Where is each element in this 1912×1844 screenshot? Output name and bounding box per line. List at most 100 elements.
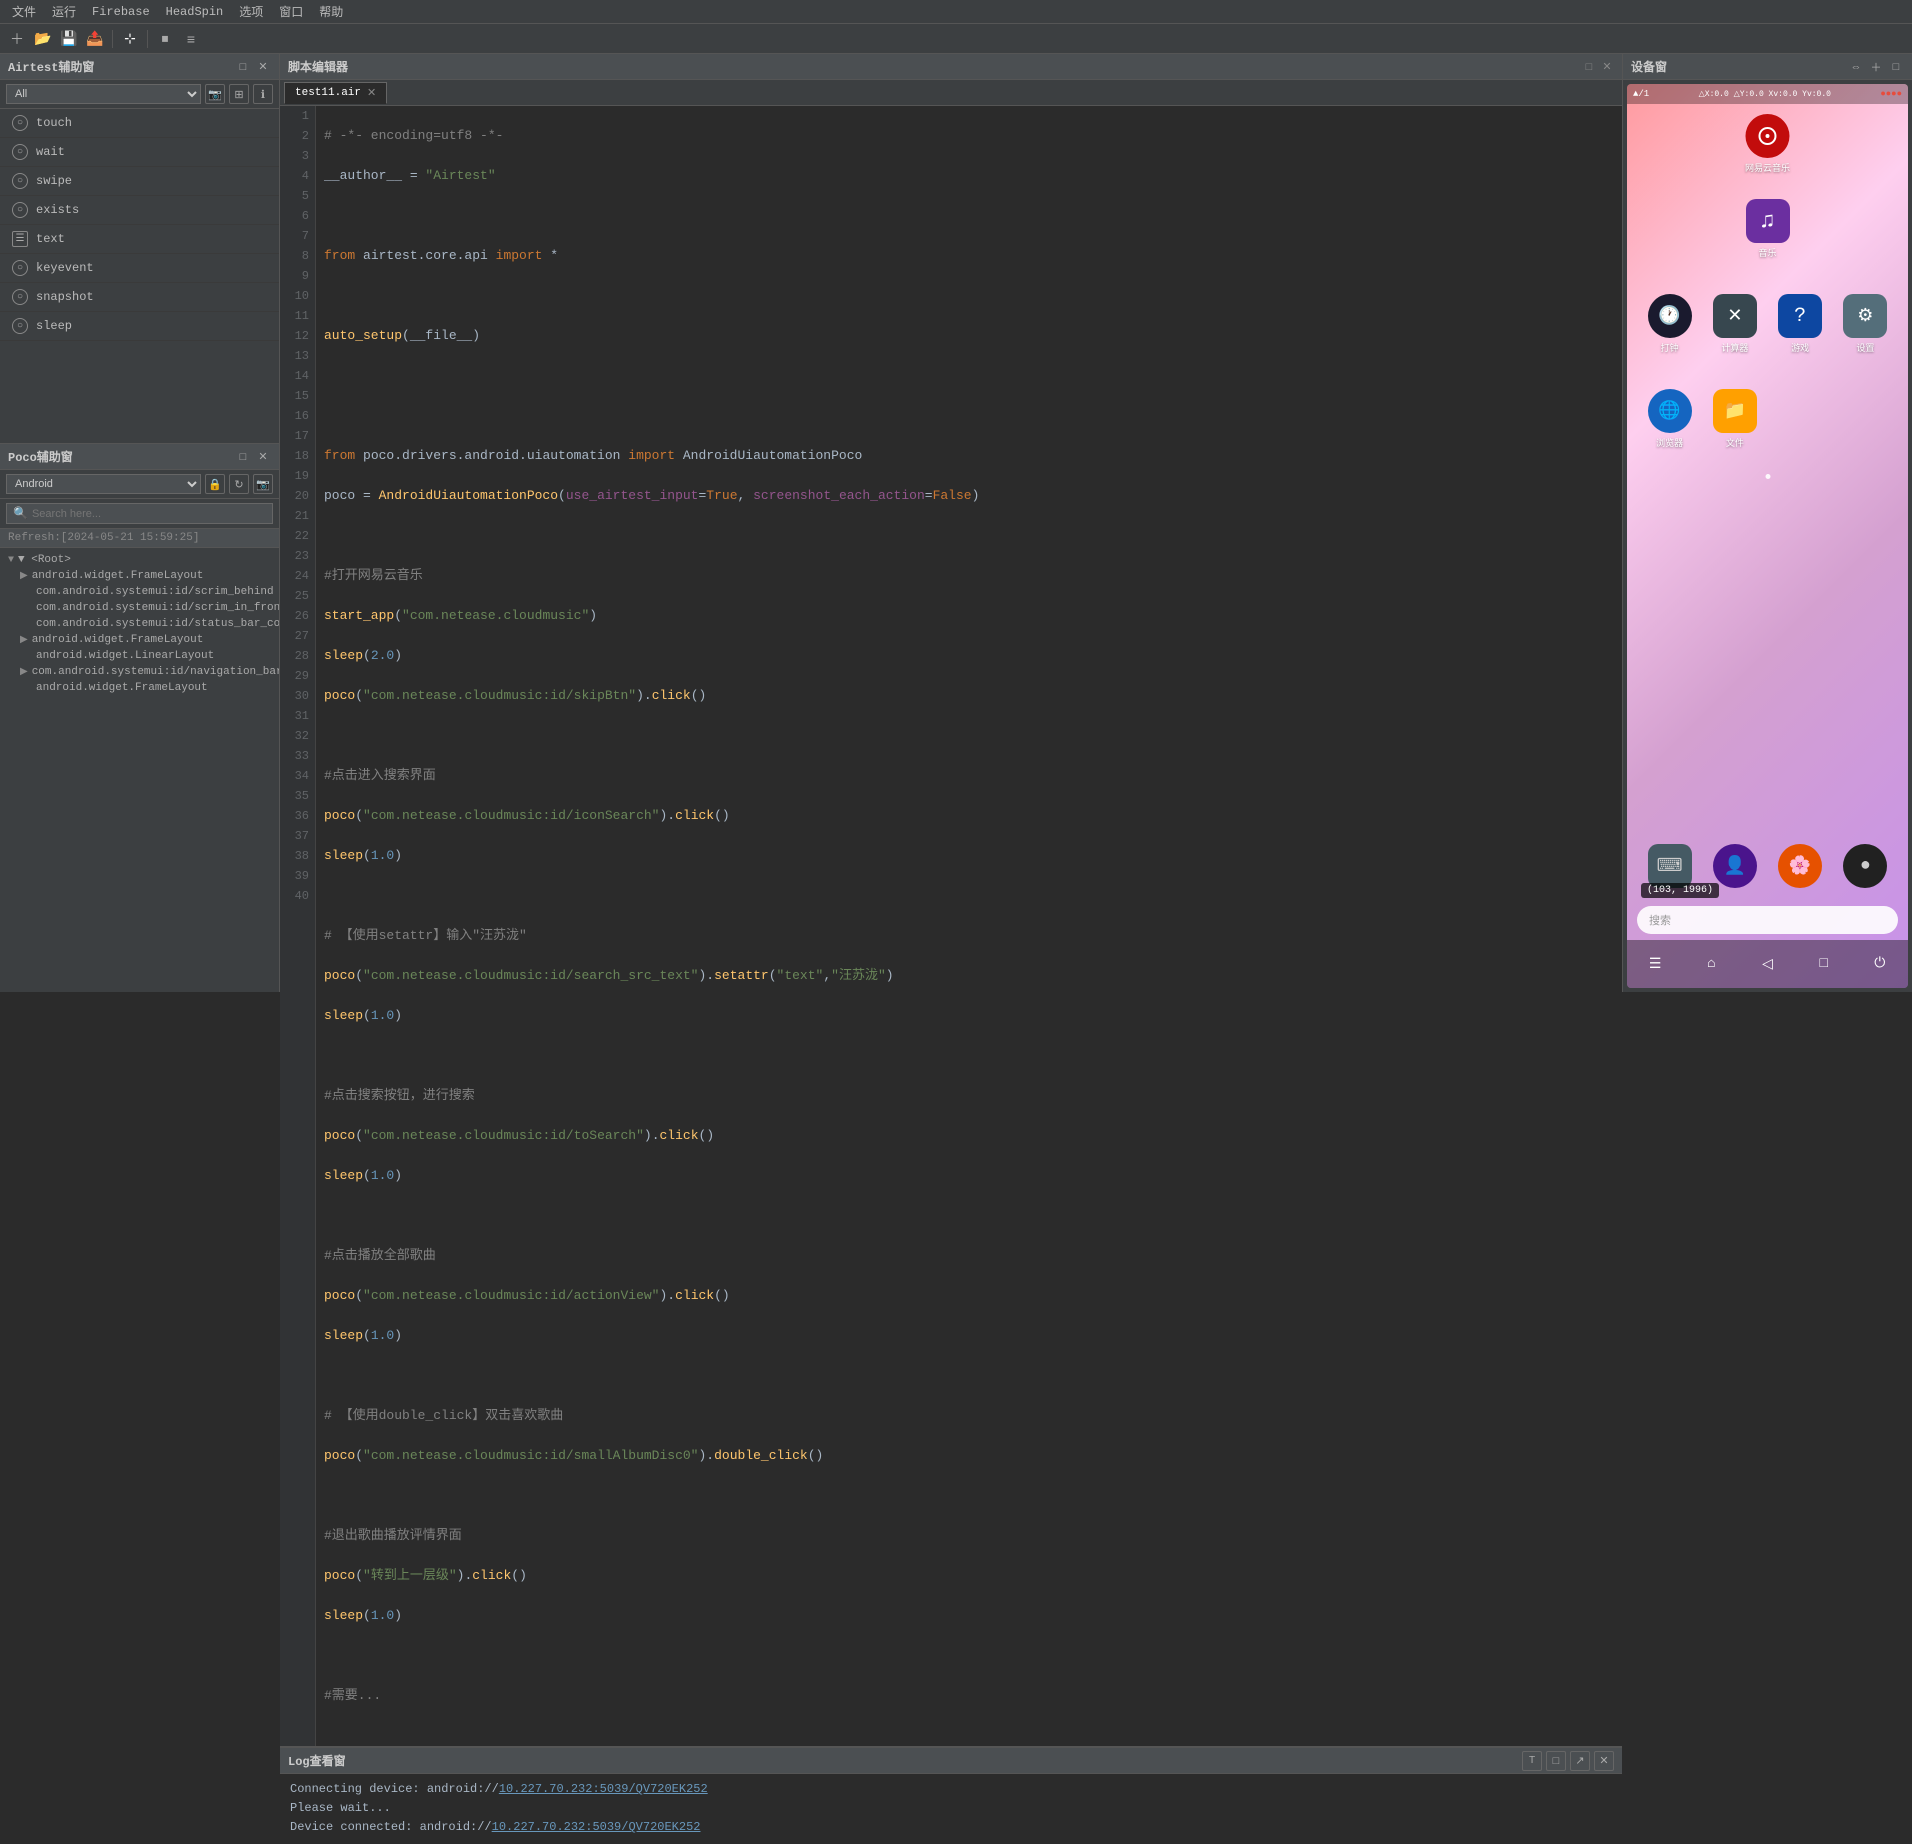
toolbar-save[interactable]: 💾 bbox=[58, 28, 80, 50]
ln-13: 13 bbox=[286, 346, 309, 366]
toolbar-open[interactable]: 📂 bbox=[32, 28, 54, 50]
app-settings-wrap[interactable]: ⚙ 设置 bbox=[1843, 294, 1887, 354]
api-item-wait[interactable]: ○ wait bbox=[0, 138, 279, 167]
log-maximize-btn[interactable]: □ bbox=[1546, 1751, 1566, 1771]
nav-back-btn[interactable]: ◁ bbox=[1753, 950, 1781, 978]
tab-close-icon[interactable]: ✕ bbox=[367, 86, 376, 100]
sleep-icon: ○ bbox=[12, 318, 28, 334]
app-dark-wrap[interactable]: ● bbox=[1843, 844, 1887, 888]
tree-label-status-bar: com.android.systemui:id/status_bar_cont.… bbox=[36, 618, 279, 630]
app-keyboard-wrap[interactable]: ⌨ bbox=[1648, 844, 1692, 888]
menu-file[interactable]: 文件 bbox=[4, 1, 44, 22]
tree-item-framelayout-2[interactable]: ▶ android.widget.FrameLayout bbox=[0, 632, 279, 648]
tree-label-scrim-behind: com.android.systemui:id/scrim_behind bbox=[36, 586, 274, 598]
device-search-bar[interactable]: 搜索 bbox=[1637, 906, 1898, 934]
app-browser-wrap[interactable]: 🌐 浏览器 bbox=[1648, 389, 1692, 449]
editor-maximize-btn[interactable]: □ bbox=[1582, 60, 1596, 74]
log-close-btn[interactable]: ✕ bbox=[1594, 1751, 1614, 1771]
api-item-sleep[interactable]: ○ sleep bbox=[0, 312, 279, 341]
ln-14: 14 bbox=[286, 366, 309, 386]
log-link-1[interactable]: 10.227.70.232:5039/QV720EK252 bbox=[499, 1782, 708, 1796]
tree-item-root[interactable]: ▼ ▼ <Root> bbox=[0, 552, 279, 568]
code-line-16 bbox=[324, 726, 1614, 746]
toolbar-menu[interactable]: ≡ bbox=[180, 28, 202, 50]
api-label-sleep: sleep bbox=[36, 319, 72, 333]
airtest-grid-btn[interactable]: ⊞ bbox=[229, 84, 249, 104]
poco-capture-btn[interactable]: 📷 bbox=[253, 474, 273, 494]
device-maximize-btn[interactable]: □ bbox=[1888, 59, 1904, 75]
api-item-snapshot[interactable]: ○ snapshot bbox=[0, 283, 279, 312]
tree-item-status-bar[interactable]: com.android.systemui:id/status_bar_cont.… bbox=[0, 616, 279, 632]
nav-recents-btn[interactable]: □ bbox=[1810, 950, 1838, 978]
menu-headspin[interactable]: HeadSpin bbox=[158, 3, 232, 21]
toolbar-new[interactable]: ＋ bbox=[6, 28, 28, 50]
api-item-touch[interactable]: ○ touch bbox=[0, 109, 279, 138]
airtest-minimize-btn[interactable]: □ bbox=[235, 59, 251, 75]
menu-firebase[interactable]: Firebase bbox=[84, 3, 158, 21]
log-filter-btn[interactable]: T bbox=[1522, 1751, 1542, 1771]
editor-close-btn[interactable]: ✕ bbox=[1600, 60, 1614, 74]
folder-label: 文件 bbox=[1726, 436, 1744, 449]
device-screen: ▲/1 △X:0.0 △Y:0.0 Xv:0.0 Yv:0.0 ●●●● 网易云… bbox=[1627, 84, 1908, 988]
menu-options[interactable]: 选项 bbox=[231, 1, 271, 22]
ln-33: 33 bbox=[286, 746, 309, 766]
tree-item-linearlayout[interactable]: android.widget.LinearLayout bbox=[0, 648, 279, 664]
code-line-2: __author__ = "Airtest" bbox=[324, 166, 1614, 186]
empty-slot-2 bbox=[1843, 389, 1887, 449]
api-item-text[interactable]: ☰ text bbox=[0, 225, 279, 254]
menu-help[interactable]: 帮助 bbox=[311, 1, 351, 22]
toolbar-stop[interactable]: ⏹ bbox=[154, 28, 176, 50]
center-panel: 脚本编辑器 □ ✕ test11.air ✕ 1 2 3 4 5 bbox=[280, 54, 1622, 992]
ln-18: 18 bbox=[286, 446, 309, 466]
api-item-swipe[interactable]: ○ swipe bbox=[0, 167, 279, 196]
menu-run[interactable]: 运行 bbox=[44, 1, 84, 22]
toolbar-cursor[interactable]: ⊹ bbox=[119, 28, 141, 50]
app-icon-netease[interactable] bbox=[1745, 114, 1789, 158]
poco-search-input[interactable] bbox=[32, 508, 266, 520]
app-photos-wrap[interactable]: 🌸 bbox=[1778, 844, 1822, 888]
browser-label: 浏览器 bbox=[1656, 436, 1683, 449]
tree-item-navbar[interactable]: ▶ com.android.systemui:id/navigation_bar… bbox=[0, 664, 279, 680]
poco-platform-select[interactable]: Android bbox=[6, 474, 201, 494]
app-clock-wrap[interactable]: 🕐 打钟 bbox=[1648, 294, 1692, 354]
api-list: ○ touch ○ wait ○ swipe ○ exists ☰ text bbox=[0, 109, 279, 443]
log-line-1: Connecting device: android://10.227.70.2… bbox=[290, 1780, 1612, 1799]
right-panel: 设备窗 ⇔ ＋ □ ▲/1 △X:0.0 △Y:0.0 Xv:0.0 Yv:0.… bbox=[1622, 54, 1912, 992]
poco-lock-btn[interactable]: 🔒 bbox=[205, 474, 225, 494]
airtest-close-btn[interactable]: ✕ bbox=[255, 59, 271, 75]
code-line-36: #退出歌曲播放评情界面 bbox=[324, 1526, 1614, 1546]
log-link-2[interactable]: 10.227.70.232:5039/QV720EK252 bbox=[492, 1820, 701, 1834]
app-contacts-wrap[interactable]: 👤 bbox=[1713, 844, 1757, 888]
app-music-wrap[interactable]: ♫ 音乐 bbox=[1746, 199, 1790, 259]
ln-20: 20 bbox=[286, 486, 309, 506]
nav-power-btn[interactable]: ⏻ bbox=[1866, 950, 1894, 978]
tree-item-framelayout-1[interactable]: ▶ android.widget.FrameLayout bbox=[0, 568, 279, 584]
nav-menu-btn[interactable]: ☰ bbox=[1641, 950, 1669, 978]
poco-close-btn[interactable]: ✕ bbox=[255, 449, 271, 465]
code-line-14: sleep(2.0) bbox=[324, 646, 1614, 666]
log-popout-btn[interactable]: ↗ bbox=[1570, 1751, 1590, 1771]
tree-item-scrim-front[interactable]: com.android.systemui:id/scrim_in_front bbox=[0, 600, 279, 616]
app-cross-wrap[interactable]: ✕ 计算器 bbox=[1713, 294, 1757, 354]
tree-item-scrim-behind[interactable]: com.android.systemui:id/scrim_behind bbox=[0, 584, 279, 600]
device-add-btn[interactable]: ＋ bbox=[1868, 59, 1884, 75]
api-item-exists[interactable]: ○ exists bbox=[0, 196, 279, 225]
toolbar-export[interactable]: 📤 bbox=[84, 28, 106, 50]
code-line-28 bbox=[324, 1206, 1614, 1226]
code-area[interactable]: 1 2 3 4 5 6 7 8 9 10 11 12 13 14 15 16 1 bbox=[280, 106, 1622, 1746]
editor-tab-test11[interactable]: test11.air ✕ bbox=[284, 82, 387, 104]
tree-item-framelayout-3[interactable]: android.widget.FrameLayout bbox=[0, 680, 279, 696]
airtest-add-icon-btn[interactable]: 📷 bbox=[205, 84, 225, 104]
page-dot-1 bbox=[1765, 474, 1770, 479]
poco-refresh-btn[interactable]: ↻ bbox=[229, 474, 249, 494]
code-line-38: sleep(1.0) bbox=[324, 1606, 1614, 1626]
poco-minimize-btn[interactable]: □ bbox=[235, 449, 251, 465]
airtest-info-btn[interactable]: ℹ bbox=[253, 84, 273, 104]
app-folder-wrap[interactable]: 📁 文件 bbox=[1713, 389, 1757, 449]
menu-window[interactable]: 窗口 bbox=[271, 1, 311, 22]
airtest-filter-select[interactable]: All bbox=[6, 84, 201, 104]
device-resize-btn[interactable]: ⇔ bbox=[1848, 59, 1864, 75]
api-item-keyevent[interactable]: ○ keyevent bbox=[0, 254, 279, 283]
nav-home-btn[interactable]: ⌂ bbox=[1697, 950, 1725, 978]
app-help-wrap[interactable]: ? 游戏 bbox=[1778, 294, 1822, 354]
